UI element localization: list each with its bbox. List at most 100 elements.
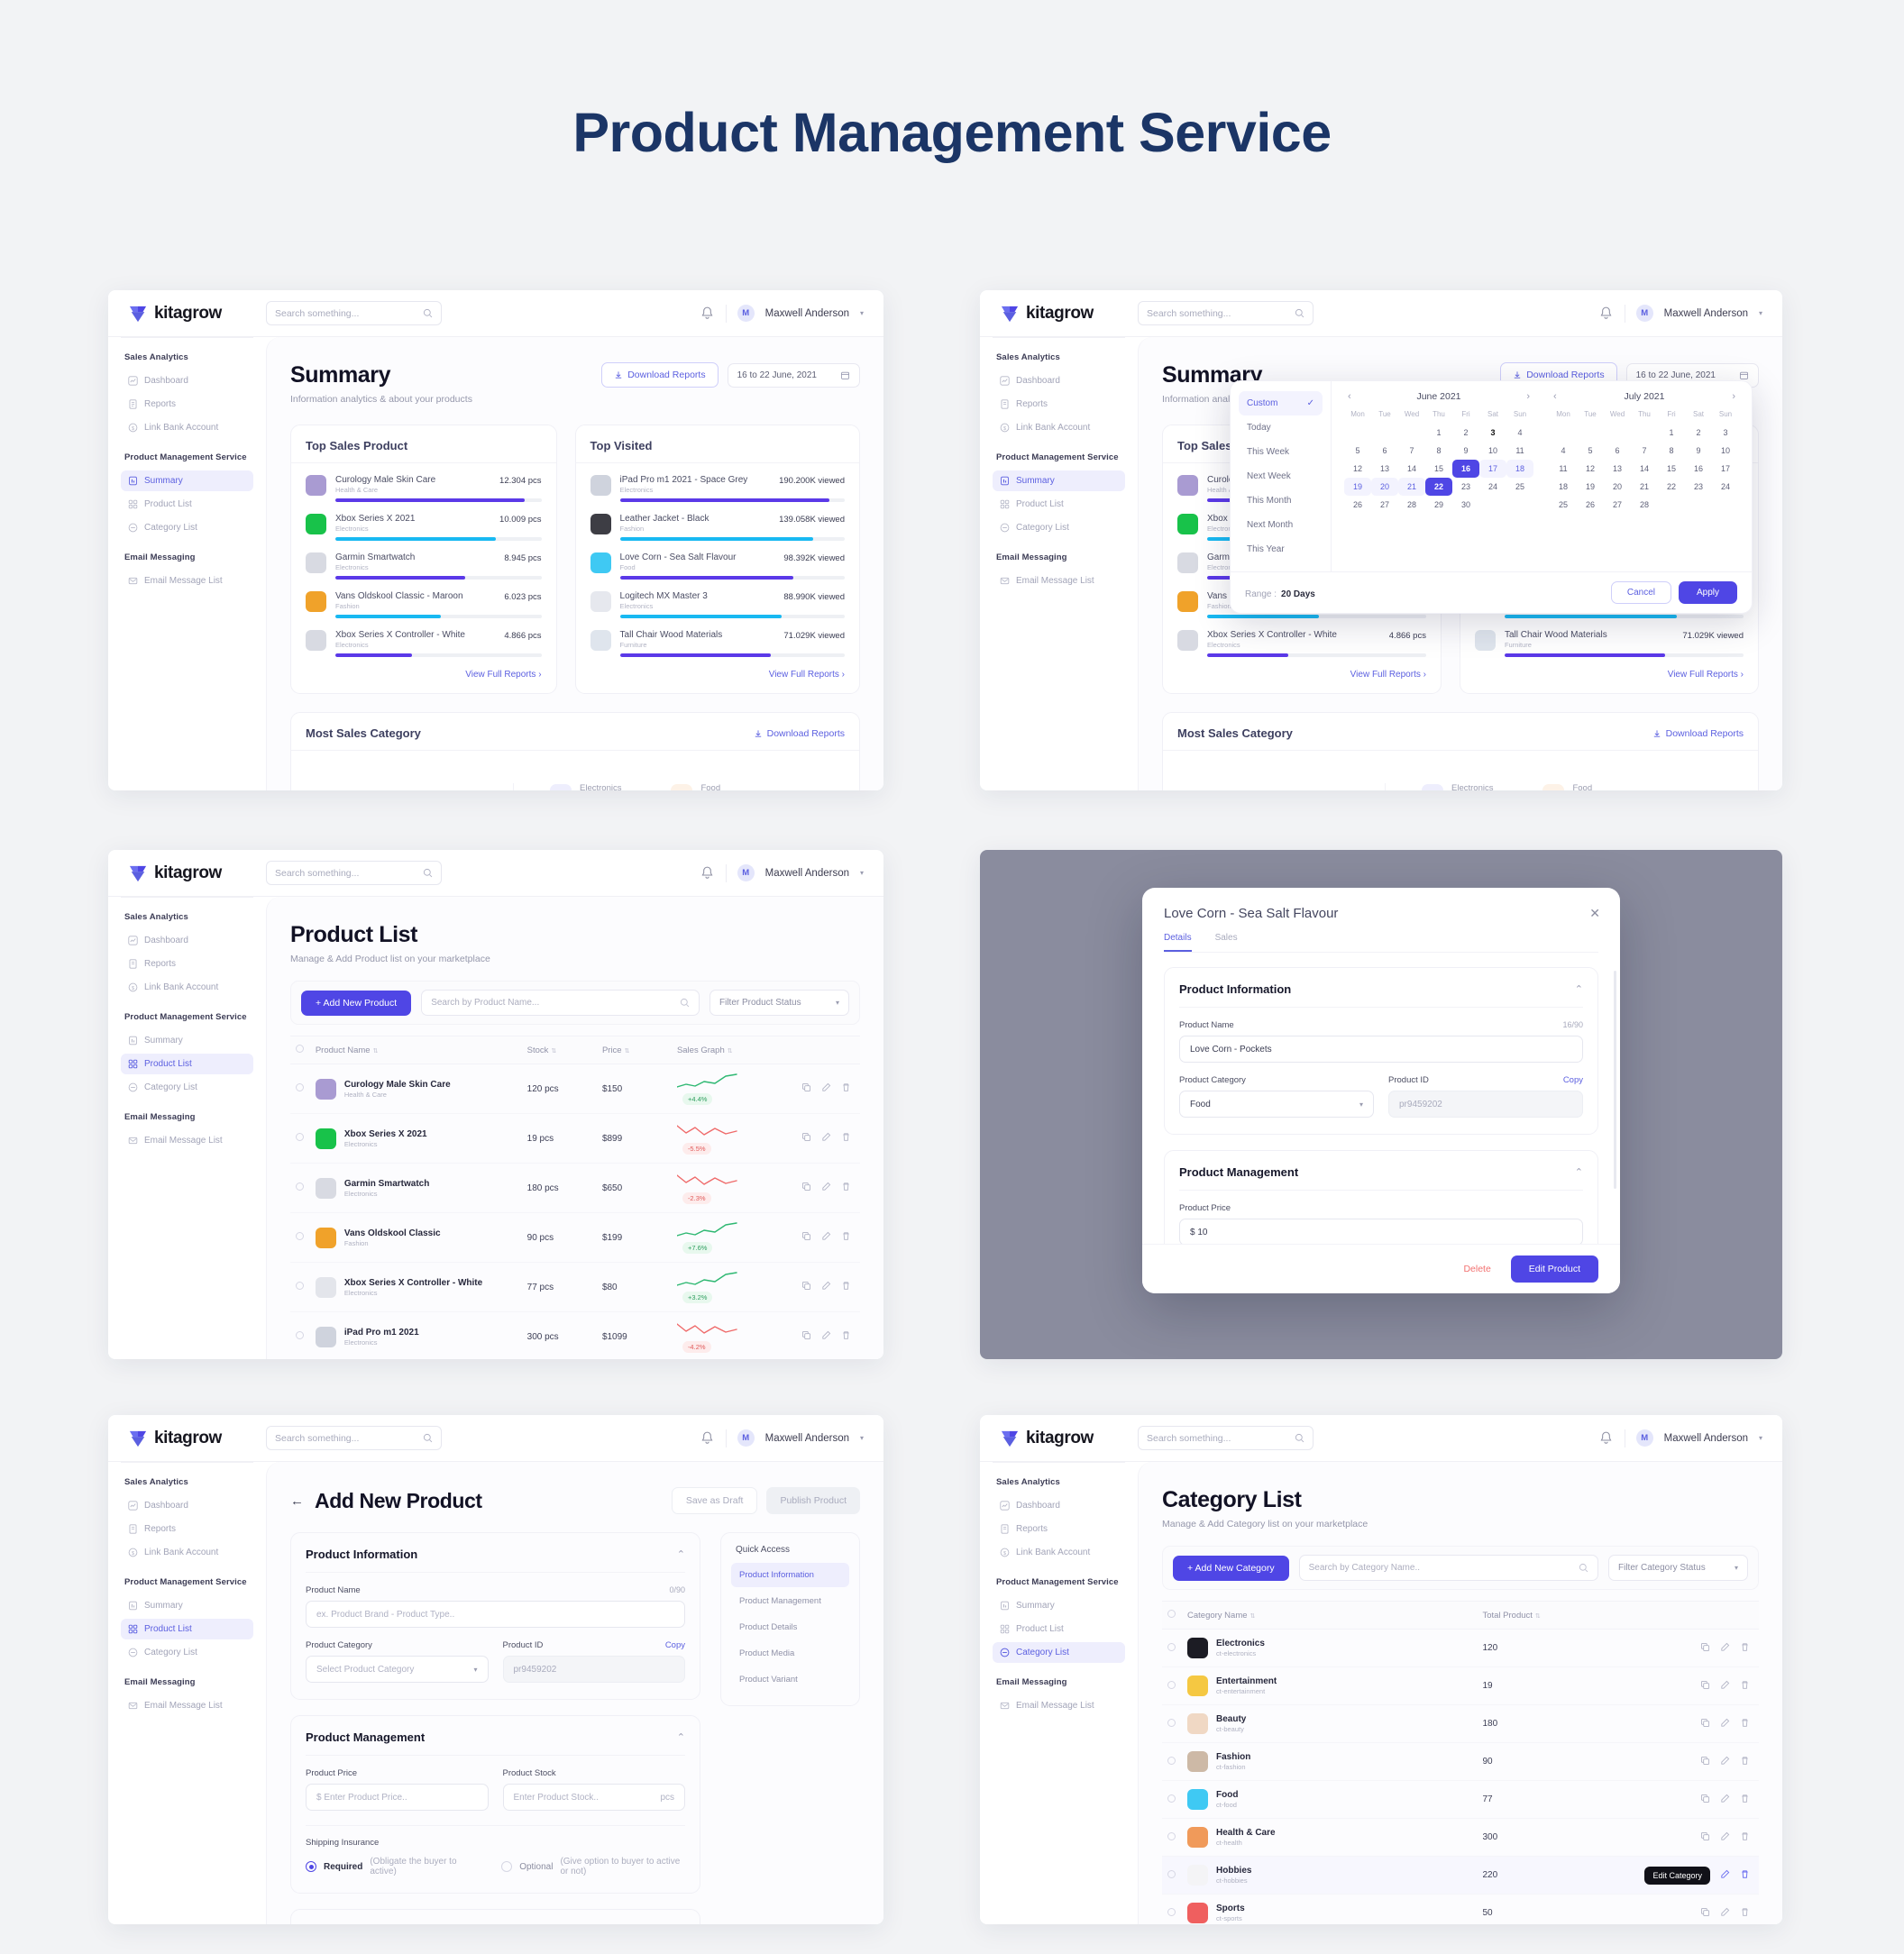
trash-icon[interactable] — [1740, 1642, 1750, 1655]
list-item[interactable]: Love Corn - Sea Salt Flavour Food 98.392… — [590, 541, 845, 580]
product-category-select[interactable]: Select Product Category ▾ — [306, 1656, 489, 1683]
logo[interactable]: kitagrow — [108, 863, 266, 883]
tab-details[interactable]: Details — [1164, 933, 1192, 952]
list-item[interactable]: Logitech MX Master 3 Electronics 88.990K… — [590, 580, 845, 618]
calendar-day[interactable]: 3 — [1479, 424, 1506, 442]
sidebar-item-email-message-list[interactable]: Email Message List — [993, 1695, 1125, 1716]
list-item[interactable]: Leather Jacket - Black Fashion 139.058K … — [590, 502, 845, 541]
calendar-day[interactable]: 21 — [1631, 478, 1658, 496]
search-input[interactable]: Search something... — [1138, 1426, 1314, 1450]
product-name-input[interactable]: Love Corn - Pockets — [1179, 1036, 1583, 1063]
date-range-picker[interactable]: 16 to 22 June, 2021 — [727, 362, 860, 388]
table-row[interactable]: Curology Male Skin Care Health & Care 120… — [290, 1064, 860, 1114]
list-item[interactable]: Vans Oldskool Classic - Maroon Fashion 6… — [306, 580, 542, 618]
preset-next-month[interactable]: Next Month — [1239, 513, 1323, 537]
bell-icon[interactable] — [700, 306, 715, 321]
table-row[interactable]: Entertainment ct-entertainment 19 — [1162, 1666, 1759, 1705]
sidebar-item-link-bank-account[interactable]: $ Link Bank Account — [121, 977, 253, 998]
trash-icon[interactable] — [841, 1281, 851, 1293]
download-reports-link[interactable]: Download Reports — [753, 727, 845, 739]
calendar-day[interactable]: 5 — [1577, 442, 1604, 460]
edit-product-button[interactable]: Edit Product — [1510, 1255, 1598, 1283]
sidebar-item-dashboard[interactable]: Dashboard — [121, 930, 253, 951]
calendar-day[interactable]: 27 — [1371, 496, 1398, 514]
sidebar-item-product-list[interactable]: Product List — [993, 494, 1125, 515]
sidebar-item-email-message-list[interactable]: Email Message List — [121, 571, 253, 591]
calendar-day[interactable]: 15 — [1425, 460, 1452, 478]
row-checkbox[interactable] — [1167, 1831, 1176, 1840]
trash-icon[interactable] — [1740, 1907, 1750, 1920]
bell-icon[interactable] — [1598, 1430, 1614, 1446]
sidebar-item-email-message-list[interactable]: Email Message List — [993, 571, 1125, 591]
view-full-reports-link[interactable]: View Full Reports › — [590, 670, 845, 680]
calendar-day[interactable]: 26 — [1577, 496, 1604, 514]
calendar-day[interactable]: 25 — [1506, 478, 1533, 496]
chevron-up-icon[interactable]: ⌃ — [677, 1548, 685, 1560]
calendar-day[interactable]: 23 — [1685, 478, 1712, 496]
calendar-day[interactable]: 24 — [1712, 478, 1739, 496]
row-checkbox[interactable] — [296, 1282, 304, 1290]
product-name-input[interactable]: ex. Product Brand - Product Type.. — [306, 1601, 685, 1628]
download-reports-link[interactable]: Download Reports — [1652, 727, 1744, 739]
calendar-day[interactable]: 9 — [1685, 442, 1712, 460]
scrollbar[interactable] — [1614, 971, 1616, 1190]
filter-category-status-select[interactable]: Filter Category Status ▾ — [1608, 1555, 1748, 1581]
sidebar-item-product-list[interactable]: Product List — [121, 1054, 253, 1074]
calendar-day[interactable]: 19 — [1344, 478, 1371, 496]
sidebar-item-link-bank-account[interactable]: $ Link Bank Account — [121, 417, 253, 438]
shipping-required-radio[interactable]: Required (Obligate the buyer to active) — [306, 1857, 465, 1876]
sidebar-item-category-list[interactable]: Category List — [993, 517, 1125, 538]
calendar-day[interactable]: 26 — [1344, 496, 1371, 514]
preset-this-year[interactable]: This Year — [1239, 537, 1323, 562]
list-item[interactable]: Tall Chair Wood Materials Furniture 71.0… — [1474, 618, 1744, 657]
calendar-day[interactable]: 20 — [1371, 478, 1398, 496]
calendar-day[interactable]: 17 — [1479, 460, 1506, 478]
logo[interactable]: kitagrow — [980, 304, 1138, 324]
trash-icon[interactable] — [841, 1231, 851, 1244]
row-checkbox[interactable] — [1167, 1642, 1176, 1651]
table-row[interactable]: Xbox Series X 2021 Electronics 19 pcs $89… — [290, 1113, 860, 1164]
arrow-left-icon[interactable]: ← — [290, 1493, 304, 1509]
copy-icon[interactable] — [1700, 1718, 1710, 1730]
list-item[interactable]: Xbox Series X 2021 Electronics 10.009 pc… — [306, 502, 542, 541]
calendar-day[interactable]: 1 — [1425, 424, 1452, 442]
calendar-day[interactable]: 4 — [1550, 442, 1577, 460]
calendar-day[interactable]: 25 — [1550, 496, 1577, 514]
search-input[interactable]: Search something... — [266, 1426, 442, 1450]
calendar-day[interactable]: 15 — [1658, 460, 1685, 478]
product-search-input[interactable]: Search by Product Name... — [421, 990, 700, 1016]
sidebar-item-category-list[interactable]: Category List — [121, 517, 253, 538]
calendar-day[interactable]: 14 — [1398, 460, 1425, 478]
calendar-day[interactable]: 9 — [1452, 442, 1479, 460]
add-new-category-button[interactable]: + Add New Category — [1173, 1555, 1289, 1581]
search-input[interactable]: Search something... — [266, 861, 442, 885]
cancel-button[interactable]: Cancel — [1610, 581, 1671, 604]
chevron-down-icon[interactable]: ▾ — [860, 869, 864, 877]
trash-icon[interactable] — [1740, 1718, 1750, 1730]
tab-sales[interactable]: Sales — [1215, 933, 1238, 952]
sidebar-item-reports[interactable]: Reports — [121, 394, 253, 415]
trash-icon[interactable] — [1740, 1756, 1750, 1768]
row-checkbox[interactable] — [296, 1182, 304, 1191]
calendar-day[interactable]: 17 — [1712, 460, 1739, 478]
table-row[interactable]: Electronics ct-electronics 120 — [1162, 1629, 1759, 1667]
calendar-day[interactable]: 16 — [1685, 460, 1712, 478]
calendar-day[interactable]: 10 — [1712, 442, 1739, 460]
chevron-up-icon[interactable]: ⌃ — [677, 1731, 685, 1743]
calendar-day[interactable]: 1 — [1658, 424, 1685, 442]
calendar-day[interactable]: 30 — [1452, 496, 1479, 514]
row-checkbox[interactable] — [1167, 1794, 1176, 1803]
table-row[interactable]: Vans Oldskool Classic Fashion 90 pcs $199… — [290, 1212, 860, 1263]
calendar-day[interactable]: 11 — [1550, 460, 1577, 478]
calendar-day[interactable]: 5 — [1344, 442, 1371, 460]
pencil-icon[interactable] — [1720, 1907, 1730, 1920]
calendar-day[interactable]: 22 — [1425, 478, 1452, 496]
calendar-day[interactable]: 28 — [1398, 496, 1425, 514]
quick-access-item[interactable]: Product Management — [731, 1589, 849, 1613]
trash-icon[interactable] — [1740, 1794, 1750, 1806]
calendar-day[interactable]: 12 — [1577, 460, 1604, 478]
table-row[interactable]: Sports ct-sports 50 — [1162, 1894, 1759, 1924]
select-all-checkbox[interactable] — [1167, 1610, 1176, 1618]
calendar-day[interactable]: 28 — [1631, 496, 1658, 514]
calendar-day[interactable]: 27 — [1604, 496, 1631, 514]
